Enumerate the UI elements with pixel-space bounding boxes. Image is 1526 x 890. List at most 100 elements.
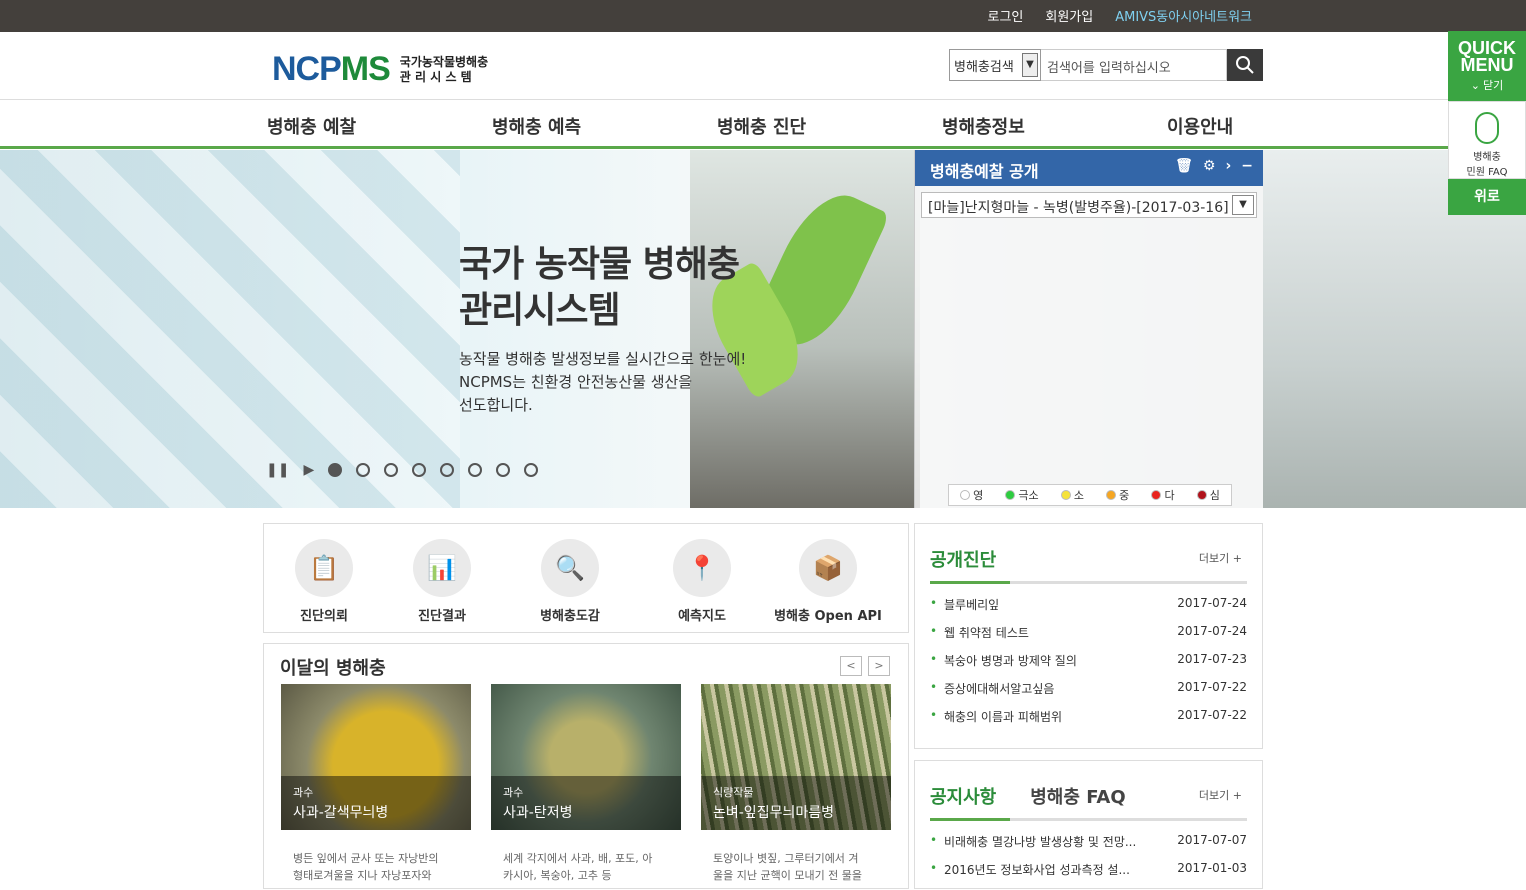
join-link[interactable]: 회원가입 [1045, 6, 1093, 25]
prev-button[interactable]: < [840, 656, 862, 676]
network-link[interactable]: AMIVS동아시아네트워크 [1115, 6, 1252, 25]
list-item[interactable]: 2016년도 정보화사업 성과측정 설...2017-01-03 [930, 861, 1247, 889]
nav-item-diagnosis[interactable]: 병해충 진단 [717, 113, 806, 139]
slide-dot[interactable] [412, 463, 427, 477]
search-button[interactable] [1227, 49, 1263, 81]
legend-item: 심 [1196, 487, 1220, 503]
tab-pest-faq[interactable]: 병해충 FAQ [1030, 783, 1125, 809]
slide-dot[interactable] [496, 463, 511, 477]
severity-legend: 영 극소 소 중 다 심 [948, 484, 1232, 506]
service-forecast-map[interactable]: 📍 예측지도 [642, 539, 762, 624]
nav-item-guide[interactable]: 이용안내 [1167, 113, 1233, 139]
quick-menu[interactable]: QUICK MENU ⌄ 닫기 [1448, 31, 1526, 101]
clipboard-icon: 📋 [295, 539, 353, 597]
carousel-controls: < > [840, 656, 890, 676]
header: NCPMS 국가농작물병해충 관 리 시 스 템 병해충검색 ▼ 검색어를 입력… [0, 32, 1526, 100]
pause-icon[interactable]: ❚❚ [266, 462, 289, 478]
scroll-top-button[interactable]: 위로 [1448, 179, 1526, 215]
forecast-select[interactable]: [마늘]난지형마늘 - 녹병(발병주율)-[2017-03-16] ▼ [921, 192, 1257, 218]
chevron-right-icon[interactable]: › [1225, 158, 1231, 174]
nav-item-forecast[interactable]: 병해충 예측 [492, 113, 581, 139]
slide-dot[interactable] [356, 463, 371, 477]
item-date: 2017-07-22 [1177, 680, 1247, 694]
section-title: 이달의 병해충 [280, 658, 386, 679]
map-pin-icon: 📍 [673, 539, 731, 597]
panel-header: 병해충예찰 공개 🗑 ⚙ › − [915, 150, 1263, 186]
logo-brand: NCPMS [272, 50, 391, 88]
item-date: 2017-01-03 [1177, 861, 1247, 875]
slide-dot[interactable] [384, 463, 399, 477]
more-link[interactable]: 더보기 + [1199, 787, 1242, 803]
nav-item-pest-info[interactable]: 병해충정보 [942, 113, 1025, 139]
chevron-down-icon: ▼ [1232, 195, 1254, 215]
pest-card[interactable]: 식량작물 논벼-잎집무늬마름병 토양이나 볏짚, 그루터기에서 겨 울을 지난 균핵… [701, 684, 891, 890]
legend-item: 소 [1060, 487, 1084, 503]
minimize-icon[interactable]: − [1241, 158, 1253, 174]
slide-dot[interactable] [468, 463, 483, 477]
slide-dot[interactable] [524, 463, 539, 477]
nav-item-forecast-watch[interactable]: 병해충 예찰 [267, 113, 356, 139]
chart-icon: 📊 [413, 539, 471, 597]
hero-banner: 국가 농작물 병해충 관리시스템 농작물 병해충 발생정보를 실시간으로 한눈에!… [0, 150, 1526, 508]
site-logo[interactable]: NCPMS 국가농작물병해충 관 리 시 스 템 [272, 50, 488, 89]
list-item[interactable]: 웹 취약점 테스트2017-07-24 [930, 624, 1247, 652]
pest-image: 식량작물 논벼-잎집무늬마름병 [701, 684, 891, 830]
forecast-panel: 병해충예찰 공개 🗑 ⚙ › − [마늘]난지형마늘 - 녹병(발병주율)-[2… [914, 150, 1263, 508]
hero-description: 농작물 병해충 발생정보를 실시간으로 한눈에! NCPMS는 친환경 안전농산물… [459, 350, 747, 414]
next-button[interactable]: > [868, 656, 890, 676]
tab-notice[interactable]: 공지사항 [930, 783, 996, 809]
open-diagnosis-board: 공개진단 더보기 + 블루베리잎2017-07-24웹 취약점 테스트2017-… [914, 523, 1263, 749]
logo-subtitle: 국가농작물병해충 관 리 시 스 템 [399, 54, 489, 84]
list-item[interactable]: 복숭아 병명과 방제약 질의2017-07-23 [930, 652, 1247, 680]
list-item[interactable]: 해충의 이름과 피해범위2017-07-22 [930, 708, 1247, 736]
quick-faq-button[interactable]: 병해충 민원 FAQ [1448, 101, 1526, 179]
search-bar: 병해충검색 ▼ 검색어를 입력하십시오 [949, 49, 1263, 81]
login-link[interactable]: 로그인 [987, 6, 1023, 25]
pest-image: 과수 사과-갈색무늬병 [281, 684, 471, 830]
hero-pattern [0, 150, 460, 508]
quick-close[interactable]: ⌄ 닫기 [1448, 77, 1526, 93]
slide-dot[interactable] [440, 463, 455, 477]
search-input[interactable]: 검색어를 입력하십시오 [1041, 49, 1227, 81]
top-utility-bar: 로그인 회원가입 AMIVS동아시아네트워크 [0, 0, 1526, 32]
service-pest-encyclopedia[interactable]: 🔍 병해충도감 [510, 539, 630, 624]
box-icon: 📦 [799, 539, 857, 597]
list-item[interactable]: 증상에대해서알고싶음2017-07-22 [930, 680, 1247, 708]
chevron-down-icon: ▼ [1022, 53, 1038, 77]
main-nav: 병해충 예찰 병해충 예측 병해충 진단 병해충정보 이용안내 [0, 101, 1526, 149]
service-diagnosis-result[interactable]: 📊 진단결과 [382, 539, 502, 624]
board-list: 비래해충 멸강나방 발생상황 및 전망...2017-07-072016년도 정… [930, 833, 1247, 889]
slide-dot[interactable] [328, 463, 343, 477]
service-shortcuts: 📋 진단의뢰 📊 진단결과 🔍 병해충도감 📍 예측지도 📦 병해충 Open API [263, 523, 909, 633]
top-links: 로그인 회원가입 AMIVS동아시아네트워크 [987, 6, 1252, 25]
search-type-select[interactable]: 병해충검색 ▼ [949, 49, 1041, 81]
pest-image: 과수 사과-탄저병 [491, 684, 681, 830]
list-item[interactable]: 블루베리잎2017-07-24 [930, 596, 1247, 624]
search-icon [1236, 56, 1254, 74]
list-item[interactable]: 비래해충 멸강나방 발생상황 및 전망...2017-07-07 [930, 833, 1247, 861]
legend-item: 중 [1106, 487, 1129, 503]
pest-card[interactable]: 과수 사과-갈색무늬병 병든 잎에서 균사 또는 자낭반의 형태로겨울을 지나 자낭… [281, 684, 471, 890]
gear-icon[interactable]: ⚙ [1203, 158, 1216, 174]
board-list: 블루베리잎2017-07-24웹 취약점 테스트2017-07-24복숭아 병명… [930, 596, 1247, 736]
service-open-api[interactable]: 📦 병해충 Open API [768, 539, 888, 624]
tab-open-diagnosis[interactable]: 공개진단 [930, 546, 996, 572]
pest-card[interactable]: 과수 사과-탄저병 세계 각지에서 사과, 배, 포도, 아 카시아, 복숭아, 고… [491, 684, 681, 890]
legend-item: 다 [1151, 487, 1175, 503]
hero-title: 국가 농작물 병해충 관리시스템 [459, 244, 740, 331]
item-date: 2017-07-22 [1177, 708, 1247, 722]
magnifier-icon: 🔍 [541, 539, 599, 597]
item-date: 2017-07-23 [1177, 652, 1247, 666]
item-date: 2017-07-24 [1177, 596, 1247, 610]
monthly-pest-section: 이달의 병해충 < > 과수 사과-갈색무늬병 병든 잎에서 균사 또는 자낭반의… [263, 643, 909, 889]
slide-indicators: ❚❚ ▶ [266, 462, 539, 478]
play-icon[interactable]: ▶ [303, 462, 314, 478]
mouse-icon [1475, 112, 1499, 144]
item-date: 2017-07-07 [1177, 833, 1247, 847]
legend-item: 극소 [1005, 487, 1039, 503]
item-date: 2017-07-24 [1177, 624, 1247, 638]
trash-icon[interactable]: 🗑 [1175, 158, 1193, 174]
notice-board: 공지사항 병해충 FAQ 더보기 + 비래해충 멸강나방 발생상황 및 전망..… [914, 760, 1263, 889]
more-link[interactable]: 더보기 + [1199, 550, 1242, 566]
service-diagnosis-request[interactable]: 📋 진단의뢰 [264, 539, 384, 624]
